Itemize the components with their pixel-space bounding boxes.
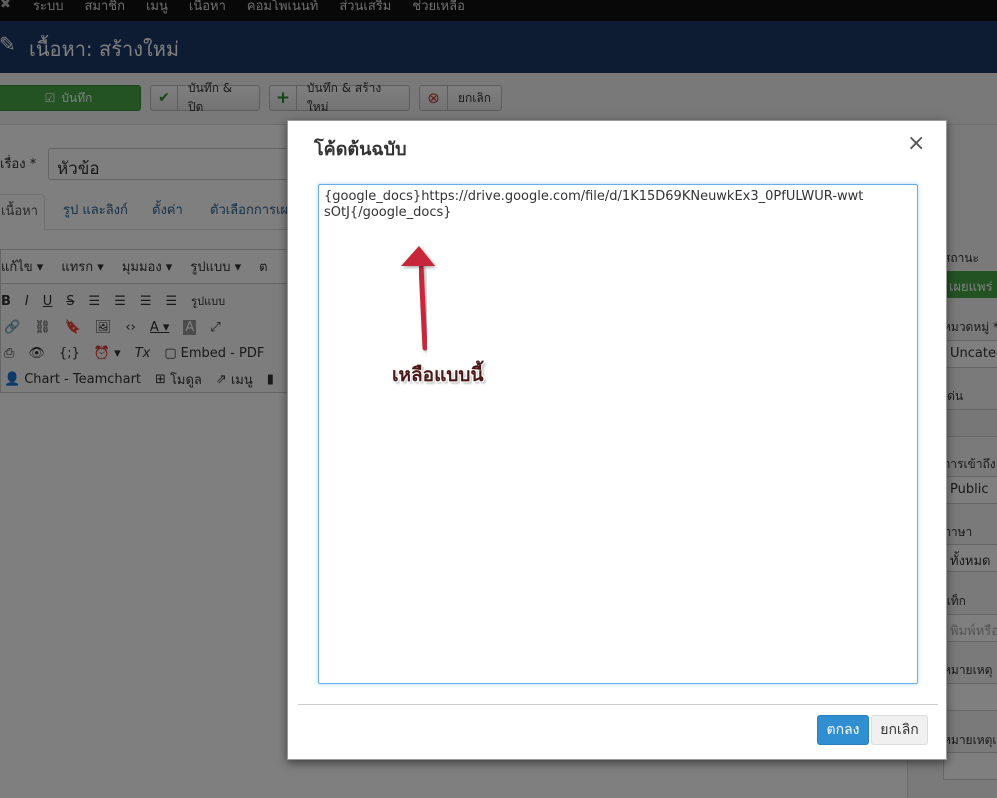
dialog-title: โค้ดต้นฉบับ bbox=[314, 139, 407, 160]
ok-button[interactable]: ตกลง bbox=[817, 715, 869, 745]
annotation-text: เหลือแบบนี้ bbox=[392, 364, 484, 386]
dialog-cancel-button[interactable]: ยกเลิก bbox=[871, 715, 928, 745]
dialog-divider bbox=[298, 704, 938, 705]
source-code-dialog: โค้ดต้นฉบับ × {google_docs}https://drive… bbox=[287, 120, 947, 760]
source-code-value: {google_docs}https://drive.google.com/fi… bbox=[324, 189, 864, 220]
annotation-arrow bbox=[401, 246, 435, 351]
close-icon[interactable]: × bbox=[907, 133, 925, 155]
